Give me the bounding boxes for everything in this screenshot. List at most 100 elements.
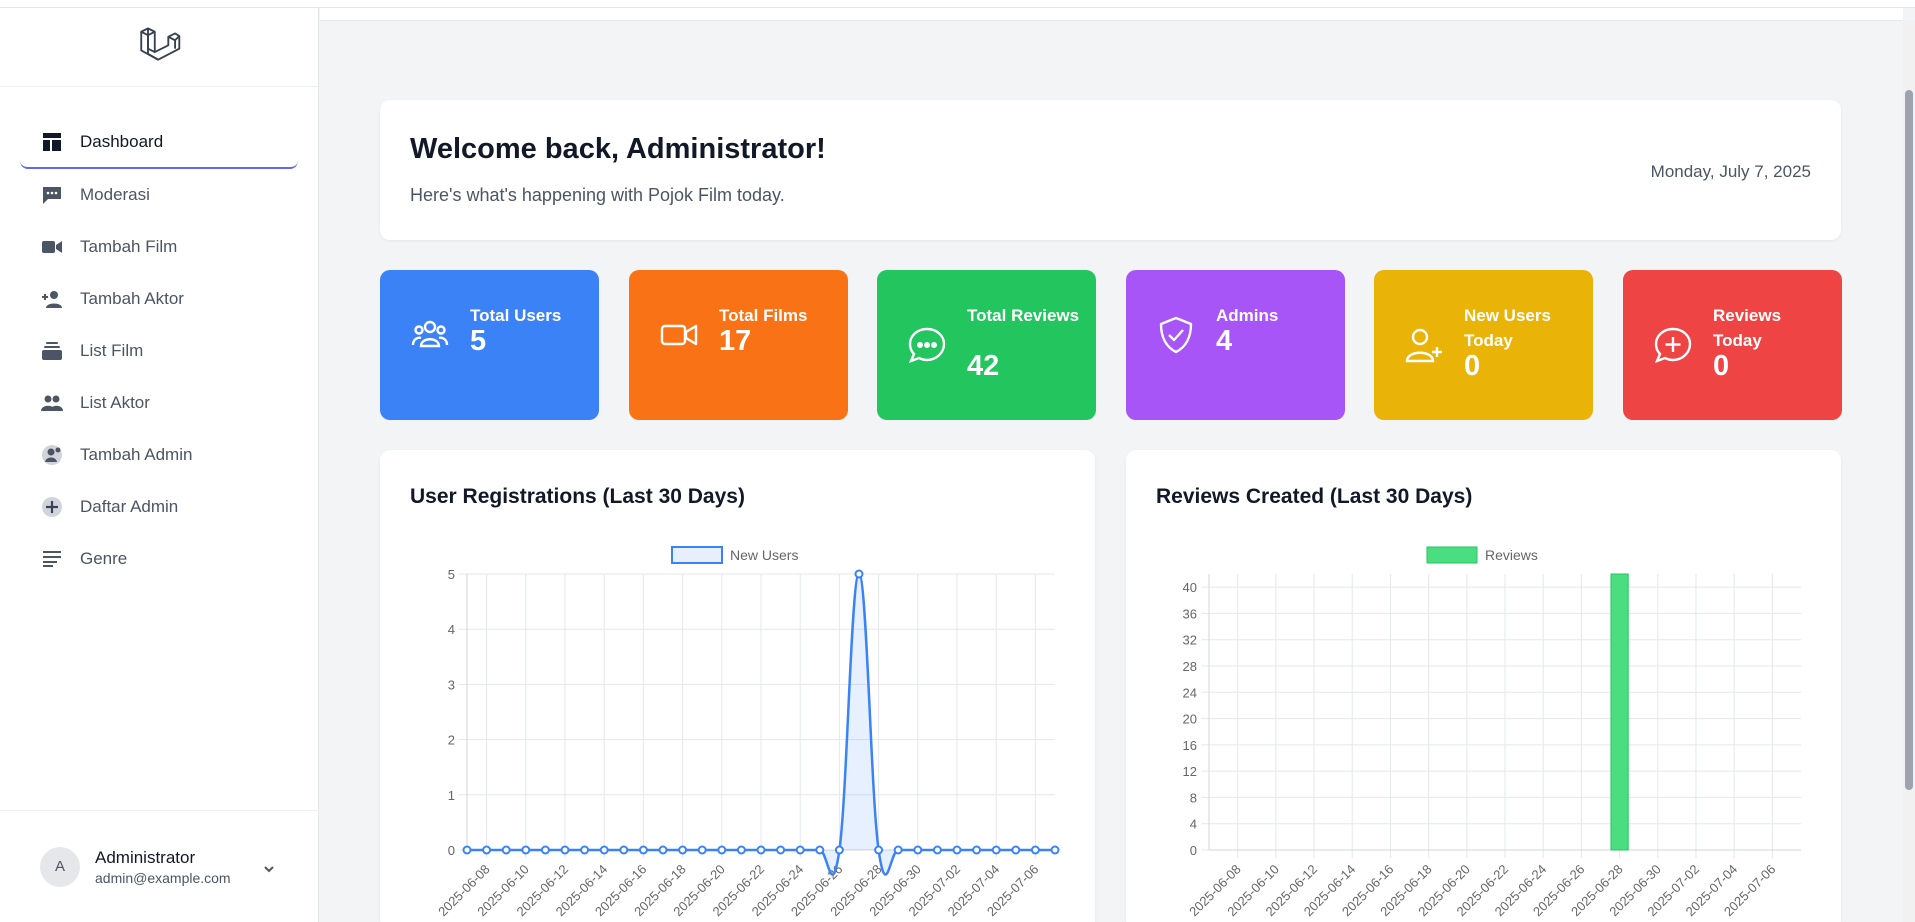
data-point (952, 845, 962, 855)
y-tick-label: 24 (1183, 685, 1197, 700)
shield-check-icon (1156, 315, 1196, 355)
avatar: A (40, 846, 80, 887)
sidebar-item-daftar-admin[interactable]: Daftar Admin (20, 481, 298, 533)
data-point (501, 845, 511, 855)
sidebar-item-label: Dashboard (80, 132, 164, 151)
y-tick-label: 4 (1190, 817, 1197, 832)
plus-circle-icon (40, 495, 64, 519)
stat-value: 17 (719, 325, 752, 357)
y-tick-label: 28 (1183, 659, 1197, 674)
reviews-created-chart: 04812162024283236402025-06-082025-06-102… (1183, 546, 1801, 919)
welcome-subtitle: Here's what's happening with Pojok Film … (410, 185, 785, 205)
stat-label: New Users Today (1464, 306, 1551, 350)
stack-icon (40, 339, 64, 363)
data-point (815, 845, 825, 855)
sidebar-item-label: Tambah Admin (80, 445, 193, 464)
y-tick-label: 32 (1183, 633, 1197, 648)
data-point (560, 845, 570, 855)
y-tick-label: 4 (448, 622, 455, 637)
y-tick-label: 3 (448, 677, 455, 692)
stat-label: Total Reviews (967, 306, 1080, 325)
current-date: Monday, July 7, 2025 (1650, 162, 1811, 181)
y-tick-label: 0 (1190, 843, 1197, 858)
stat-value: 5 (470, 325, 487, 357)
sidebar-item-label: Daftar Admin (80, 497, 179, 516)
data-point (932, 845, 942, 855)
stat-card-new-users-today: New Users Today 0 (1374, 270, 1593, 420)
welcome-card: Welcome back, Administrator! Here's what… (380, 100, 1841, 240)
data-point (1050, 845, 1060, 855)
data-point (638, 845, 648, 855)
sidebar-item-list-film[interactable]: List Film (20, 325, 298, 377)
data-point (697, 845, 707, 855)
data-point (1030, 845, 1040, 855)
sidebar-item-label: List Film (80, 341, 144, 360)
y-tick-label: 20 (1183, 712, 1197, 727)
data-point (913, 845, 923, 855)
sidebar-item-tambah-admin[interactable]: Tambah Admin (20, 429, 298, 481)
legend-swatch (1426, 546, 1478, 564)
y-tick-label: 8 (1190, 790, 1197, 805)
data-point (736, 845, 746, 855)
user-name: Administrator (95, 847, 196, 867)
data-point (599, 845, 609, 855)
people-icon (40, 391, 64, 415)
data-point (678, 845, 688, 855)
data-point (521, 845, 531, 855)
data-point (1011, 845, 1021, 855)
stat-card-total-films: Total Films 17 (629, 270, 848, 420)
reviews-created-panel: Reviews Created (Last 30 Days) 0 4 8 12 16 20… (1126, 450, 1841, 922)
user-menu[interactable]: A Administrator admin@example.com (0, 810, 319, 922)
video-icon (659, 315, 699, 355)
plus-bubble-icon (1653, 325, 1693, 365)
stat-card-total-reviews: Total Reviews 42 (877, 270, 1096, 420)
legend-label: New Users (730, 547, 798, 563)
stat-card-reviews-today: Reviews Today 0 (1623, 270, 1842, 420)
stat-label: Total Users (470, 306, 562, 325)
user-plus-icon (1404, 325, 1444, 365)
data-point (834, 845, 844, 855)
sidebar-item-dashboard[interactable]: Dashboard (20, 117, 298, 169)
data-point (619, 845, 629, 855)
sidebar-item-list-aktor[interactable]: List Aktor (20, 377, 298, 429)
legend-swatch (671, 546, 723, 564)
sidebar-item-genre[interactable]: Genre (20, 533, 298, 585)
sidebar-item-label: List Aktor (80, 393, 150, 412)
laravel-logo[interactable] (0, 8, 318, 87)
sidebar-item-label: Tambah Aktor (80, 289, 184, 308)
y-tick-label: 1 (448, 788, 455, 803)
data-point (893, 845, 903, 855)
sidebar-item-tambah-film[interactable]: Tambah Film (20, 221, 298, 273)
stat-card-admins: Admins 4 (1126, 270, 1345, 420)
dashboard-icon (40, 130, 64, 154)
list-lines-icon (40, 547, 64, 571)
y-tick-label: 12 (1183, 764, 1197, 779)
y-tick-label: 5 (448, 567, 455, 582)
stat-label: Reviews Today (1713, 306, 1782, 350)
data-point (854, 569, 864, 579)
data-point (482, 845, 492, 855)
sidebar-item-moderasi[interactable]: Moderasi (20, 169, 298, 221)
stat-value: 0 (1464, 350, 1481, 382)
users-icon (410, 315, 450, 355)
page-scrollbar[interactable] (1903, 20, 1915, 922)
y-tick-label: 36 (1183, 606, 1197, 621)
y-tick-label: 2 (448, 733, 455, 748)
chat-bubble-icon (907, 325, 947, 365)
chat-icon (40, 183, 64, 207)
data-point (658, 845, 668, 855)
video-camera-icon (40, 235, 64, 259)
sidebar: Dashboard Moderasi Tambah Film Tambah Ak… (0, 8, 319, 922)
stat-value: 42 (967, 350, 1000, 382)
sidebar-item-tambah-aktor[interactable]: Tambah Aktor (20, 273, 298, 325)
stat-value: 0 (1713, 350, 1730, 382)
legend-label: Reviews (1485, 547, 1538, 563)
data-point (540, 845, 550, 855)
scrollbar-thumb[interactable] (1905, 90, 1913, 790)
data-point (717, 845, 727, 855)
person-add-icon (40, 287, 64, 311)
user-registrations-chart: 0123452025-06-082025-06-102025-06-122025… (435, 546, 1060, 919)
chevron-down-icon[interactable] (262, 861, 276, 879)
data-point (756, 845, 766, 855)
sidebar-item-label: Genre (80, 549, 128, 568)
